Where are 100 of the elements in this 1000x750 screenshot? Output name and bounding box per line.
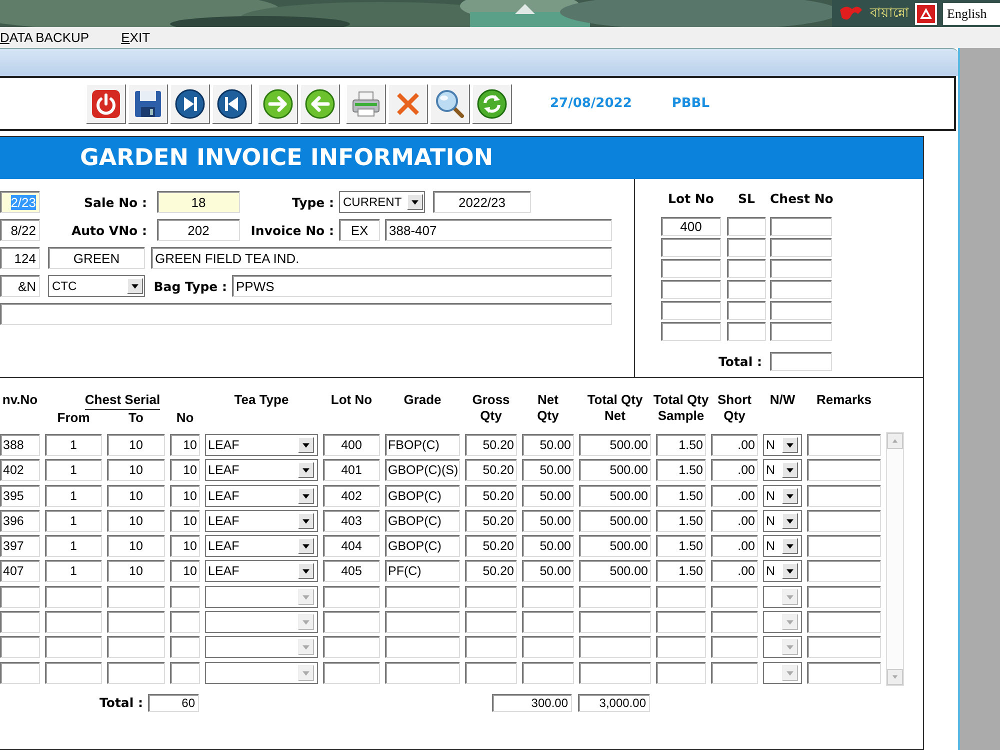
text-field[interactable] (807, 611, 881, 634)
text-field[interactable]: 50.00 (522, 510, 574, 532)
back-button[interactable] (300, 84, 340, 124)
text-field[interactable]: 1 (45, 459, 102, 482)
text-field[interactable]: 1 (45, 535, 102, 558)
text-field[interactable]: 401 (323, 459, 380, 482)
text-field[interactable]: 124 (0, 247, 40, 269)
text-field[interactable] (807, 434, 881, 456)
text-field[interactable]: 395 (0, 484, 40, 507)
text-field[interactable]: 1 (45, 434, 102, 456)
text-field[interactable]: 396 (0, 510, 40, 532)
save-button[interactable] (128, 84, 168, 124)
text-field[interactable]: 10 (107, 510, 165, 532)
text-field[interactable]: 8/22 (0, 219, 40, 241)
text-field[interactable]: 1.50 (656, 434, 706, 456)
power-button[interactable] (86, 84, 126, 124)
dropdown[interactable]: LEAF (205, 510, 318, 532)
text-field[interactable] (711, 662, 758, 684)
text-field[interactable] (807, 560, 881, 582)
refresh-button[interactable] (472, 84, 512, 124)
text-field[interactable] (661, 322, 721, 341)
text-field[interactable]: 10 (170, 535, 200, 558)
text-field[interactable] (770, 322, 832, 341)
text-field[interactable]: PPWS (232, 275, 612, 297)
text-field[interactable]: 10 (107, 560, 165, 582)
text-field[interactable]: 2022/23 (433, 191, 531, 213)
text-field[interactable]: 1 (45, 560, 102, 582)
text-field[interactable]: 50.20 (465, 484, 517, 507)
text-field[interactable] (385, 586, 460, 608)
text-field[interactable]: 10 (170, 434, 200, 456)
text-field[interactable] (0, 636, 40, 658)
text-field[interactable] (661, 259, 721, 278)
text-field[interactable] (579, 662, 651, 684)
text-field[interactable] (727, 259, 766, 278)
text-field[interactable]: 397 (0, 535, 40, 558)
text-field[interactable]: 1 (45, 510, 102, 532)
dropdown[interactable]: N (763, 560, 802, 582)
text-field[interactable]: 402 (323, 484, 380, 507)
text-field[interactable]: 202 (157, 219, 240, 241)
text-field[interactable]: 1.50 (656, 535, 706, 558)
text-field[interactable] (107, 611, 165, 634)
text-field[interactable]: .00 (711, 434, 758, 456)
text-field[interactable] (656, 636, 706, 658)
text-field[interactable] (45, 662, 102, 684)
search-button[interactable] (430, 84, 470, 124)
text-field[interactable]: 10 (170, 484, 200, 507)
text-field[interactable]: 500.00 (579, 560, 651, 582)
text-field[interactable] (522, 586, 574, 608)
dropdown[interactable] (205, 662, 318, 684)
text-field[interactable]: 10 (170, 510, 200, 532)
text-field[interactable] (465, 586, 517, 608)
text-field[interactable]: 10 (107, 484, 165, 507)
text-field[interactable] (323, 611, 380, 634)
dropdown[interactable] (205, 586, 318, 608)
text-field[interactable]: 50.20 (465, 535, 517, 558)
text-field[interactable]: &N (0, 275, 40, 297)
text-field[interactable] (727, 217, 766, 236)
dropdown[interactable]: N (763, 459, 802, 482)
total-field[interactable]: 3,000.00 (578, 694, 650, 712)
text-field[interactable]: 388 (0, 434, 40, 456)
text-field[interactable] (0, 611, 40, 634)
text-field[interactable] (385, 636, 460, 658)
text-field[interactable]: 500.00 (579, 484, 651, 507)
text-field[interactable] (45, 611, 102, 634)
text-field[interactable]: 18 (157, 191, 240, 213)
text-field[interactable] (807, 535, 881, 558)
text-field[interactable]: 10 (170, 560, 200, 582)
text-field[interactable]: 500.00 (579, 459, 651, 482)
text-field[interactable] (807, 636, 881, 658)
text-field[interactable] (107, 636, 165, 658)
text-field[interactable] (522, 662, 574, 684)
text-field[interactable] (522, 611, 574, 634)
text-field[interactable] (661, 301, 721, 320)
text-field[interactable]: .00 (711, 560, 758, 582)
text-field[interactable] (579, 611, 651, 634)
text-field[interactable]: PF(C) (385, 560, 460, 582)
text-field[interactable] (770, 301, 832, 320)
text-field[interactable] (807, 662, 881, 684)
dropdown[interactable]: LEAF (205, 459, 318, 482)
dropdown[interactable] (763, 611, 802, 634)
dropdown[interactable]: N (763, 535, 802, 558)
text-field[interactable]: 500.00 (579, 535, 651, 558)
text-field[interactable]: 50.00 (522, 560, 574, 582)
text-field[interactable]: 404 (323, 535, 380, 558)
text-field[interactable] (656, 611, 706, 634)
text-field[interactable] (807, 586, 881, 608)
text-field[interactable] (656, 662, 706, 684)
text-field[interactable] (807, 510, 881, 532)
text-field[interactable]: GREEN (48, 247, 145, 269)
text-field[interactable] (711, 636, 758, 658)
dropdown[interactable]: LEAF (205, 434, 318, 456)
text-field[interactable] (323, 586, 380, 608)
text-field[interactable] (727, 301, 766, 320)
dropdown[interactable] (205, 611, 318, 634)
text-field[interactable] (661, 238, 721, 257)
text-field[interactable]: 500.00 (579, 510, 651, 532)
text-field[interactable] (770, 217, 832, 236)
dropdown[interactable]: LEAF (205, 535, 318, 558)
text-field[interactable] (170, 586, 200, 608)
text-field[interactable] (385, 611, 460, 634)
